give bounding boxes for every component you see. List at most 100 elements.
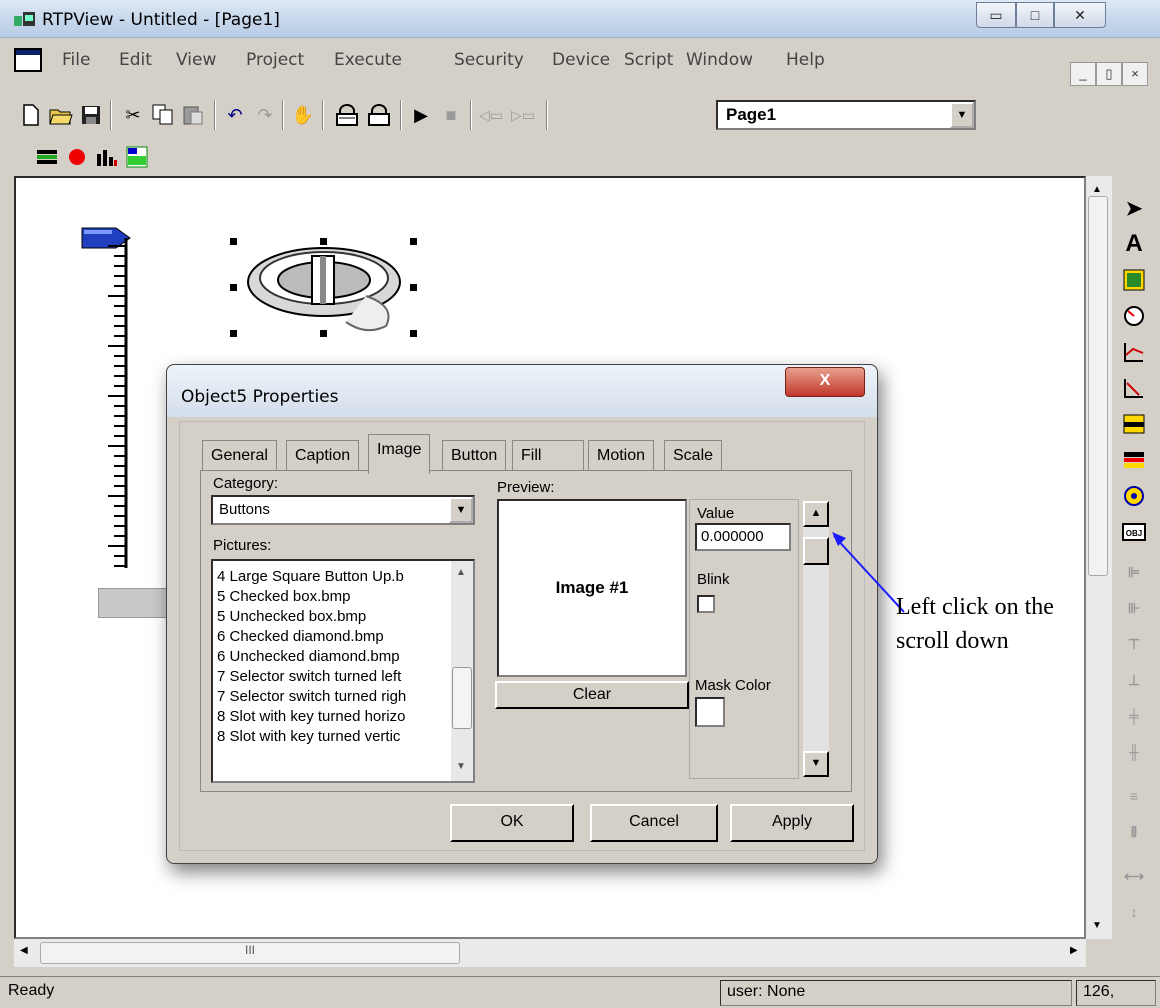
apply-button[interactable]: Apply [730,804,854,842]
tab-caption[interactable]: Caption [286,440,360,472]
minimize-button[interactable]: ▭ [976,2,1016,28]
ok-button[interactable]: OK [450,804,574,842]
xy-plot-tool-icon[interactable] [1118,372,1150,404]
list-item[interactable]: 7 Selector switch turned left [217,667,449,687]
align-bottom-icon[interactable]: ⊥ [1118,664,1150,696]
lock-open-icon[interactable] [366,102,392,128]
same-width-icon[interactable]: ⟷ [1118,860,1150,892]
list-item[interactable]: 5 Unchecked box.bmp [217,607,449,627]
copy-icon[interactable] [150,102,176,128]
pointer-tool-icon[interactable]: ➤ [1118,192,1150,224]
tab-button[interactable]: Button [442,440,507,472]
slot-key-image-object[interactable] [226,234,426,344]
vertical-scroll-thumb[interactable] [1088,196,1108,576]
horizontal-scroll-thumb[interactable]: III [40,942,460,964]
tab-fill[interactable]: Fill [512,440,584,472]
bar-chart-icon[interactable] [94,144,120,170]
maximize-button[interactable]: □ [1016,2,1054,28]
cut-icon[interactable]: ✂ [120,102,146,128]
value-scroll-down-button[interactable]: ▼ [803,751,829,777]
value-field[interactable]: 0.000000 [695,523,791,551]
image-tool-icon[interactable] [1118,264,1150,296]
run-icon[interactable]: ▶ [408,102,434,128]
preview-label: Preview: [497,479,555,496]
list-item[interactable]: 8 Slot with key turned vertic [217,727,449,747]
mdi-close-button[interactable]: × [1122,62,1148,86]
menu-window[interactable]: Window [686,50,753,70]
stop-icon[interactable]: ■ [438,102,464,128]
pictures-scroll-thumb[interactable] [452,667,472,729]
multi-bar-tool-icon[interactable] [1118,444,1150,476]
mdi-restore-button[interactable]: ▯ [1096,62,1122,86]
blink-checkbox[interactable] [697,595,715,613]
tab-scale[interactable]: Scale [664,440,723,472]
document-icon[interactable] [14,48,42,72]
menu-project[interactable]: Project [246,50,304,70]
align-left-icon[interactable]: ⊫ [1118,556,1150,588]
menu-security[interactable]: Security [454,50,524,70]
menu-execute[interactable]: Execute [334,50,402,70]
category-select[interactable]: Buttons ▼ [211,495,475,525]
menu-device[interactable]: Device [552,50,610,70]
next-page-icon[interactable]: ▷▭ [510,102,536,128]
scroll-right-icon[interactable]: ▶ [1070,945,1078,956]
menu-file[interactable]: File [62,50,90,70]
list-item[interactable]: 6 Unchecked diamond.bmp [217,647,449,667]
center-horizontal-icon[interactable]: ╪ [1118,700,1150,732]
tab-general[interactable]: General [202,440,277,472]
list-item[interactable]: 6 Checked diamond.bmp [217,627,449,647]
space-vertical-icon[interactable]: ≡ [1118,780,1150,812]
mdi-minimize-button[interactable]: _ [1070,62,1096,86]
scroll-left-icon[interactable]: ◀ [20,945,28,956]
paste-icon[interactable] [180,102,206,128]
mask-color-swatch[interactable] [695,697,725,727]
list-item[interactable]: 8 Slot with key turned horizo [217,707,449,727]
cancel-button[interactable]: Cancel [590,804,718,842]
page-select[interactable]: Page1 ▼ [716,100,976,130]
chevron-down-icon[interactable]: ▼ [449,497,473,523]
bar-graph-tool-icon[interactable] [1118,408,1150,440]
align-right-icon[interactable]: ⊪ [1118,592,1150,624]
text-tool-icon[interactable]: A [1118,228,1150,260]
chevron-down-icon[interactable]: ▼ [950,102,974,128]
menu-edit[interactable]: Edit [119,50,152,70]
rtp-fifo-icon[interactable] [124,144,150,170]
list-item[interactable]: 5 Checked box.bmp [217,587,449,607]
previous-page-icon[interactable]: ◁▭ [478,102,504,128]
scroll-down-icon[interactable]: ▼ [456,761,466,772]
menu-script[interactable]: Script [624,50,673,70]
redo-icon[interactable]: ↷ [252,102,278,128]
lock-closed-icon[interactable] [334,102,360,128]
menu-help[interactable]: Help [786,50,825,70]
save-icon[interactable] [78,102,104,128]
scroll-up-icon[interactable]: ▲ [1092,184,1102,195]
toolbar-separator [214,100,216,130]
close-button[interactable]: ✕ [1054,2,1106,28]
clear-button[interactable]: Clear [495,681,689,709]
open-folder-icon[interactable] [48,102,74,128]
menu-view[interactable]: View [176,50,216,70]
list-item[interactable]: 7 Selector switch turned righ [217,687,449,707]
center-vertical-icon[interactable]: ╫ [1118,736,1150,768]
undo-icon[interactable]: ↶ [222,102,248,128]
pictures-scrollbar[interactable]: ▲ ▼ [451,561,473,781]
list-item[interactable]: 4 Large Square Button Up.b [217,567,449,587]
scroll-down-icon[interactable]: ▼ [1092,920,1102,931]
space-horizontal-icon[interactable]: ⫴ [1118,816,1150,848]
align-top-icon[interactable]: ⊤ [1118,628,1150,660]
trend-tool-icon[interactable] [1118,336,1150,368]
tab-image[interactable]: Image [368,434,431,474]
gauge-tool-icon[interactable] [1118,300,1150,332]
hand-icon[interactable]: ✋ [290,102,316,128]
record-icon[interactable] [64,144,90,170]
pictures-list[interactable]: 4 Large Square Button Up.b 5 Checked box… [211,559,475,783]
dial-tool-icon[interactable] [1118,480,1150,512]
same-height-icon[interactable]: ↕ [1118,896,1150,928]
scroll-up-icon[interactable]: ▲ [456,567,466,578]
database-icon[interactable] [34,144,60,170]
toolbar-separator [282,100,284,130]
tab-motion[interactable]: Motion [588,440,655,472]
dialog-close-button[interactable]: X [785,367,865,397]
new-file-icon[interactable] [18,102,44,128]
object-tool-icon[interactable]: OBJ [1118,516,1150,548]
